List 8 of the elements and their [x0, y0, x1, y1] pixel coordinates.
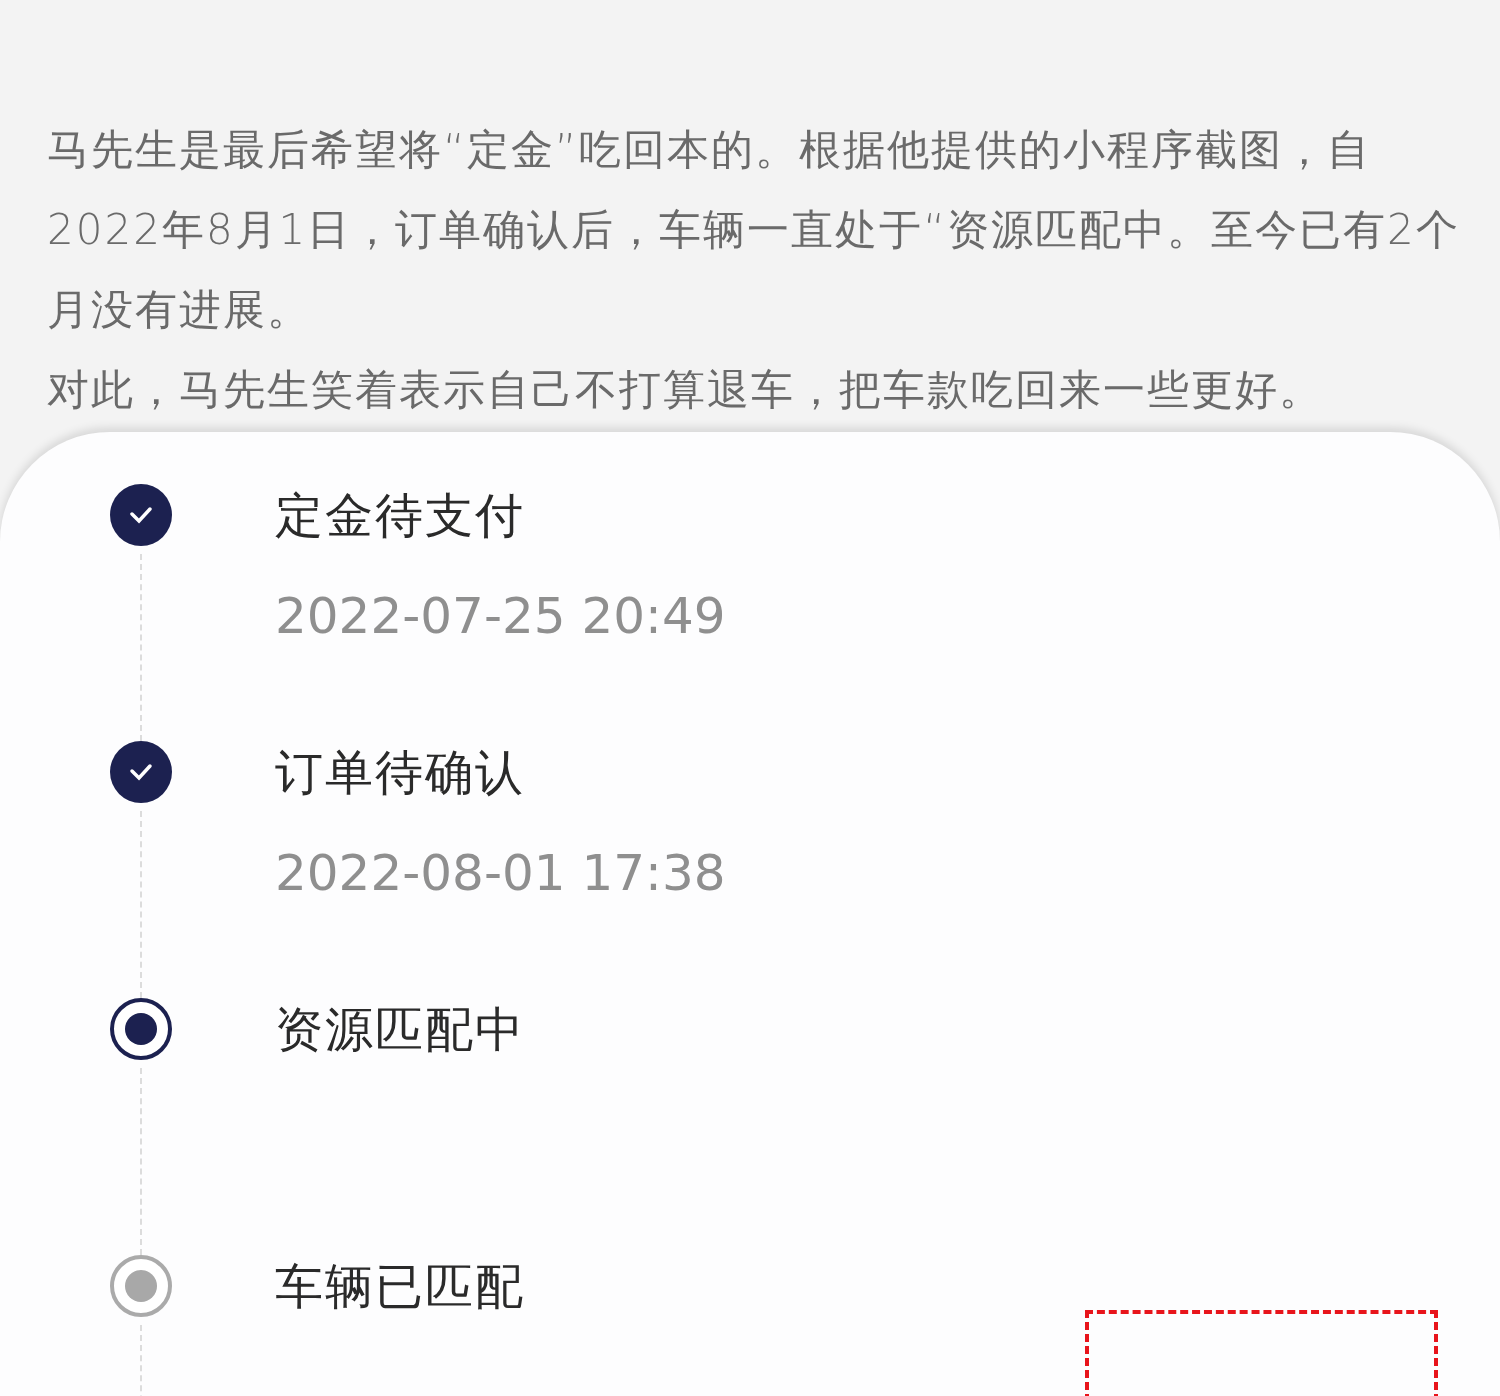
article-paragraph: 对此，马先生笑着表示自己不打算退车，把车款吃回来一些更好。 — [47, 364, 1324, 416]
step-time: 2022-07-25 20:49 — [275, 586, 726, 646]
step-title: 车辆已匹配 — [275, 1257, 525, 1316]
step-title: 订单待确认 — [275, 743, 526, 802]
step-time: 2022-08-01 17:38 — [275, 843, 726, 903]
step-title: 资源匹配中 — [275, 1000, 525, 1059]
step-title: 定金待支付 — [275, 486, 526, 545]
article-paragraph: 马先生是最后希望将“定金”吃回本的。根据他提供的小程序截图，自2022年8月1日，订单确认后，车辆一直处于“资源匹配中。至今已有2个月没有进展。 — [47, 124, 1461, 336]
